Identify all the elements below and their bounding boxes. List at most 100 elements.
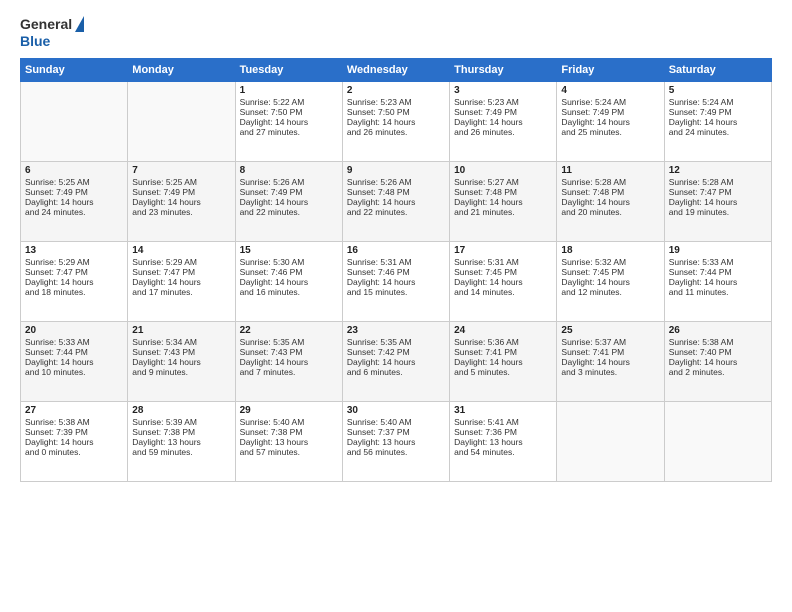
day-info: Sunrise: 5:39 AM (132, 417, 230, 427)
day-info: and 26 minutes. (454, 127, 552, 137)
week-row-1: 1Sunrise: 5:22 AMSunset: 7:50 PMDaylight… (21, 81, 772, 161)
week-row-2: 6Sunrise: 5:25 AMSunset: 7:49 PMDaylight… (21, 161, 772, 241)
day-info: Sunset: 7:45 PM (561, 267, 659, 277)
weekday-header-monday: Monday (128, 58, 235, 81)
day-info: Daylight: 14 hours (669, 197, 767, 207)
day-info: Sunrise: 5:33 AM (25, 337, 123, 347)
calendar-cell: 18Sunrise: 5:32 AMSunset: 7:45 PMDayligh… (557, 241, 664, 321)
day-info: and 6 minutes. (347, 367, 445, 377)
calendar-cell (128, 81, 235, 161)
day-number: 4 (561, 85, 659, 96)
day-number: 1 (240, 85, 338, 96)
day-info: and 54 minutes. (454, 447, 552, 457)
day-info: Daylight: 14 hours (454, 197, 552, 207)
day-number: 29 (240, 405, 338, 416)
calendar-cell: 4Sunrise: 5:24 AMSunset: 7:49 PMDaylight… (557, 81, 664, 161)
day-info: and 7 minutes. (240, 367, 338, 377)
day-number: 27 (25, 405, 123, 416)
day-info: Sunset: 7:38 PM (132, 427, 230, 437)
calendar-cell: 25Sunrise: 5:37 AMSunset: 7:41 PMDayligh… (557, 321, 664, 401)
day-info: Sunset: 7:43 PM (132, 347, 230, 357)
day-info: and 15 minutes. (347, 287, 445, 297)
day-info: Sunrise: 5:25 AM (132, 177, 230, 187)
calendar-cell: 5Sunrise: 5:24 AMSunset: 7:49 PMDaylight… (664, 81, 771, 161)
day-info: Sunrise: 5:24 AM (669, 97, 767, 107)
day-info: Sunrise: 5:38 AM (669, 337, 767, 347)
day-number: 23 (347, 325, 445, 336)
day-info: and 14 minutes. (454, 287, 552, 297)
day-number: 11 (561, 165, 659, 176)
day-info: and 26 minutes. (347, 127, 445, 137)
weekday-header-wednesday: Wednesday (342, 58, 449, 81)
day-number: 21 (132, 325, 230, 336)
day-info: Daylight: 13 hours (454, 437, 552, 447)
calendar-cell: 9Sunrise: 5:26 AMSunset: 7:48 PMDaylight… (342, 161, 449, 241)
day-info: Daylight: 13 hours (240, 437, 338, 447)
day-info: Sunrise: 5:29 AM (132, 257, 230, 267)
day-number: 3 (454, 85, 552, 96)
day-number: 20 (25, 325, 123, 336)
day-info: Sunrise: 5:30 AM (240, 257, 338, 267)
calendar-cell: 27Sunrise: 5:38 AMSunset: 7:39 PMDayligh… (21, 401, 128, 481)
day-info: and 23 minutes. (132, 207, 230, 217)
day-info: Sunset: 7:49 PM (561, 107, 659, 117)
day-info: and 3 minutes. (561, 367, 659, 377)
day-info: Daylight: 14 hours (132, 357, 230, 367)
day-info: Daylight: 14 hours (669, 117, 767, 127)
day-info: Sunrise: 5:37 AM (561, 337, 659, 347)
day-info: and 11 minutes. (669, 287, 767, 297)
day-info: Daylight: 14 hours (561, 277, 659, 287)
day-info: Sunrise: 5:31 AM (347, 257, 445, 267)
day-info: Daylight: 14 hours (25, 357, 123, 367)
day-info: Daylight: 14 hours (347, 117, 445, 127)
day-info: Sunrise: 5:36 AM (454, 337, 552, 347)
day-info: Sunrise: 5:25 AM (25, 177, 123, 187)
calendar-cell (664, 401, 771, 481)
day-number: 6 (25, 165, 123, 176)
day-info: Sunset: 7:47 PM (669, 187, 767, 197)
day-info: Sunrise: 5:38 AM (25, 417, 123, 427)
day-info: Sunset: 7:45 PM (454, 267, 552, 277)
day-number: 2 (347, 85, 445, 96)
day-number: 22 (240, 325, 338, 336)
day-number: 30 (347, 405, 445, 416)
day-info: Daylight: 14 hours (132, 197, 230, 207)
day-info: and 16 minutes. (240, 287, 338, 297)
day-info: and 10 minutes. (25, 367, 123, 377)
day-info: Daylight: 14 hours (347, 277, 445, 287)
page: General Blue SundayMondayTuesdayWednesda… (0, 0, 792, 612)
day-info: Sunrise: 5:26 AM (347, 177, 445, 187)
day-info: Sunset: 7:48 PM (454, 187, 552, 197)
day-info: Daylight: 14 hours (347, 357, 445, 367)
logo-general-text: General (20, 16, 72, 33)
day-info: Sunset: 7:37 PM (347, 427, 445, 437)
day-number: 8 (240, 165, 338, 176)
day-number: 24 (454, 325, 552, 336)
calendar-cell: 19Sunrise: 5:33 AMSunset: 7:44 PMDayligh… (664, 241, 771, 321)
week-row-5: 27Sunrise: 5:38 AMSunset: 7:39 PMDayligh… (21, 401, 772, 481)
day-info: Daylight: 14 hours (240, 277, 338, 287)
day-info: Sunset: 7:38 PM (240, 427, 338, 437)
header: General Blue (20, 16, 772, 50)
logo-blue-text: Blue (20, 33, 50, 50)
day-info: Sunset: 7:44 PM (669, 267, 767, 277)
day-info: Sunset: 7:47 PM (25, 267, 123, 277)
day-info: Sunrise: 5:40 AM (347, 417, 445, 427)
day-number: 14 (132, 245, 230, 256)
day-number: 15 (240, 245, 338, 256)
day-info: Sunrise: 5:28 AM (561, 177, 659, 187)
day-info: Sunrise: 5:23 AM (454, 97, 552, 107)
day-info: Sunrise: 5:31 AM (454, 257, 552, 267)
week-row-4: 20Sunrise: 5:33 AMSunset: 7:44 PMDayligh… (21, 321, 772, 401)
day-info: and 5 minutes. (454, 367, 552, 377)
day-number: 13 (25, 245, 123, 256)
day-info: Sunrise: 5:22 AM (240, 97, 338, 107)
day-number: 31 (454, 405, 552, 416)
calendar-cell: 1Sunrise: 5:22 AMSunset: 7:50 PMDaylight… (235, 81, 342, 161)
day-info: and 21 minutes. (454, 207, 552, 217)
weekday-header-tuesday: Tuesday (235, 58, 342, 81)
calendar-cell: 3Sunrise: 5:23 AMSunset: 7:49 PMDaylight… (450, 81, 557, 161)
day-info: Sunset: 7:40 PM (669, 347, 767, 357)
day-info: Sunset: 7:46 PM (347, 267, 445, 277)
day-info: Daylight: 14 hours (240, 357, 338, 367)
